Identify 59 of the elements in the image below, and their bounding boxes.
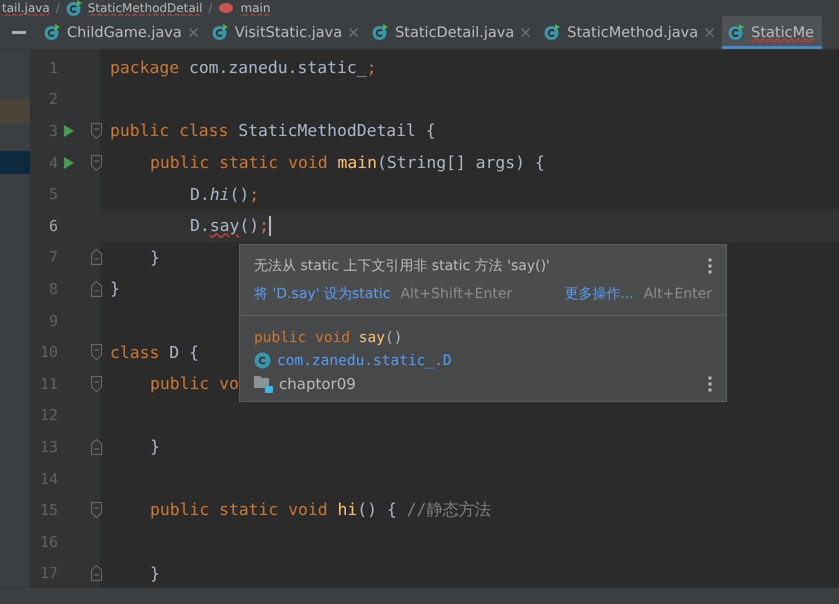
code-line: } (110, 279, 120, 298)
breadcrumb-separator: / (208, 1, 212, 15)
fold-marker-icon[interactable] (91, 280, 102, 297)
run-icon[interactable] (64, 124, 74, 137)
editor-tab[interactable]: StaticDetail.java (366, 16, 538, 49)
method-signature: public void say() (254, 330, 402, 346)
error-message: 无法从 static 上下文引用非 static 方法 'say()' (254, 257, 551, 275)
shortcut-hint: Alt+Shift+Enter (400, 286, 512, 302)
close-icon[interactable] (705, 28, 714, 37)
code-line: } (150, 564, 160, 583)
breadcrumb-item[interactable]: main (240, 1, 270, 15)
close-icon[interactable] (521, 28, 530, 37)
module-name: chaptor09 (279, 375, 357, 393)
class-icon (254, 352, 271, 369)
more-options-icon[interactable] (708, 376, 712, 392)
fold-marker-icon[interactable] (91, 376, 102, 392)
editor-tab[interactable]: VisitStatic.java (206, 16, 366, 49)
java-class-icon (372, 24, 388, 41)
code-line: public class StaticMethodDetail { (110, 121, 436, 140)
run-icon[interactable] (64, 156, 74, 169)
code-line: package com.zanedu.static_; (110, 58, 376, 78)
breadcrumb-item[interactable]: StaticMethodDetail (88, 1, 202, 15)
fold-marker-icon[interactable] (91, 249, 102, 266)
breadcrumb-item[interactable]: tail.java (2, 1, 50, 15)
fold-marker-icon[interactable] (91, 438, 102, 455)
java-class-icon (44, 24, 60, 41)
editor-tab[interactable]: StaticMe (722, 16, 822, 49)
fold-marker-icon[interactable] (91, 154, 102, 171)
code-line: } (150, 248, 160, 267)
close-icon[interactable] (188, 28, 198, 37)
quick-fix-link[interactable]: 将 'D.say' 设为static (254, 285, 390, 303)
code-line: public static void hi() { //静态方法 (150, 499, 490, 522)
code-line: public vo (150, 374, 239, 394)
breadcrumb-separator: / (56, 1, 60, 15)
code-line: class D { (110, 342, 199, 362)
shortcut-hint: Alt+Enter (644, 286, 712, 302)
folder-icon (254, 375, 273, 393)
fold-marker-icon[interactable] (91, 344, 102, 360)
close-icon[interactable] (349, 28, 358, 37)
line-number: 6 (48, 216, 58, 235)
more-options-icon[interactable] (708, 258, 712, 274)
editor-tab[interactable]: StaticMethod.java (538, 16, 722, 49)
fold-marker-icon[interactable] (91, 122, 102, 139)
java-class-icon (544, 24, 560, 41)
fold-marker-icon[interactable] (91, 502, 102, 518)
text-cursor (268, 216, 271, 236)
stripe-highlight (0, 100, 30, 123)
more-actions-link[interactable]: 更多操作... (564, 285, 634, 303)
code-line: D.say(); (190, 216, 269, 236)
method-icon (218, 2, 234, 14)
editor-tab[interactable]: ChildGame.java (38, 16, 206, 49)
code-line: D.hi(); (190, 184, 260, 204)
code-line: } (150, 437, 160, 456)
stripe-highlight (0, 151, 30, 174)
class-path: com.zanedu.static_.D (277, 352, 452, 368)
java-class-icon (212, 24, 228, 41)
code-line: public static void main(String[] args) { (150, 153, 545, 172)
fold-marker-icon[interactable] (91, 565, 102, 582)
java-class-icon (728, 24, 744, 41)
